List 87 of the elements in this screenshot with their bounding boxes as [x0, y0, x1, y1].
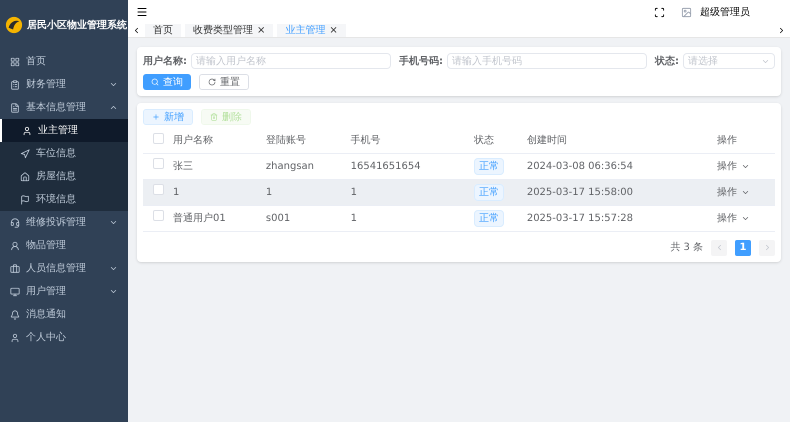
- table-cell: 1: [350, 186, 357, 198]
- table-cell: 张三: [173, 160, 193, 172]
- table-row[interactable]: 普通用户01 s001 1 正常 2025-03-17 15:57:28 操作: [143, 205, 775, 231]
- plus-icon: [152, 113, 160, 121]
- grid-icon: [10, 56, 20, 66]
- sidebar-item[interactable]: 人员信息管理: [0, 257, 128, 280]
- prev-page-button[interactable]: [711, 240, 727, 256]
- person-icon: [22, 126, 32, 136]
- field-label: 状态:: [655, 54, 679, 68]
- sidebar-subitem[interactable]: 房屋信息: [0, 165, 128, 188]
- checkbox[interactable]: [152, 158, 164, 169]
- sidebar-subitem[interactable]: 车位信息: [0, 142, 128, 165]
- column-header: 状态: [474, 135, 494, 146]
- checkbox[interactable]: [152, 210, 164, 221]
- table-cell: s001: [266, 212, 290, 224]
- table-cell: 1: [266, 186, 272, 198]
- user-name[interactable]: 超级管理员: [700, 4, 750, 20]
- chevron-down-icon: [109, 218, 118, 227]
- logo-icon: [5, 16, 23, 34]
- app-title: 居民小区物业管理系统: [27, 18, 127, 32]
- chevron-right-icon[interactable]: [777, 26, 786, 35]
- table-cell: 2025-03-17 15:57:28: [526, 212, 634, 224]
- chevron-left-icon[interactable]: [132, 26, 141, 35]
- person-icon: [10, 332, 20, 342]
- action-dropdown[interactable]: 操作: [716, 158, 750, 174]
- next-page-button[interactable]: [759, 240, 775, 256]
- chevron-down-icon: [109, 287, 118, 296]
- status-tag: 正常: [474, 184, 504, 200]
- status-tag: 正常: [474, 158, 504, 174]
- flag-icon: [20, 194, 30, 204]
- sidebar-subitem[interactable]: 业主管理: [0, 119, 128, 142]
- sidebar-item[interactable]: 首页: [0, 50, 128, 73]
- sidebar-item[interactable]: 基本信息管理: [0, 96, 128, 119]
- status-tag: 正常: [474, 210, 504, 226]
- sidebar-subitem[interactable]: 环境信息: [0, 188, 128, 211]
- table-cell: 2025-03-17 15:58:00: [526, 186, 634, 198]
- bell-icon: [10, 310, 20, 320]
- sidebar-item[interactable]: 维修投诉管理: [0, 211, 128, 234]
- column-header: 手机号: [350, 135, 381, 146]
- headset-icon: [10, 218, 20, 228]
- sidebar-item[interactable]: 用户管理: [0, 280, 128, 303]
- chevron-down-icon: [109, 80, 118, 89]
- house-icon: [20, 172, 30, 182]
- close-button[interactable]: ×: [257, 26, 266, 36]
- table-cell: 1: [173, 186, 180, 198]
- document-icon: [10, 102, 20, 112]
- refresh-icon: [208, 78, 216, 86]
- person-icon: [10, 240, 20, 250]
- action-dropdown[interactable]: 操作: [716, 184, 750, 200]
- chevron-up-icon: [109, 103, 118, 112]
- tab[interactable]: 收费类型管理 ×: [185, 24, 274, 37]
- monitor-icon: [10, 286, 20, 296]
- input-field[interactable]: 请输入用户名称: [191, 53, 391, 69]
- table-cell: zhangsan: [266, 160, 314, 172]
- input-field[interactable]: 请输入手机号码: [447, 53, 647, 69]
- column-header: 创建时间: [526, 135, 567, 146]
- image-icon: [681, 6, 692, 18]
- total-count: 共 3 条: [670, 240, 703, 255]
- fullscreen-icon[interactable]: [654, 6, 665, 18]
- reset-button[interactable]: 重置: [199, 74, 249, 90]
- sidebar-item[interactable]: 消息通知: [0, 303, 128, 326]
- sidebar-item[interactable]: 财务管理: [0, 73, 128, 96]
- table-row[interactable]: 张三 zhangsan 16541651654 正常 2024-03-08 06:36:54 操作: [143, 153, 775, 179]
- trash-icon: [210, 113, 218, 121]
- briefcase-icon: [10, 264, 20, 274]
- column-header: 登陆账号: [266, 135, 306, 146]
- checkbox[interactable]: [152, 184, 164, 195]
- table-cell: 2024-03-08 06:36:54: [526, 160, 634, 172]
- column-header: 操作: [716, 135, 737, 146]
- clipboard-icon: [10, 80, 20, 90]
- menu-icon[interactable]: [136, 6, 148, 18]
- search-icon: [151, 78, 159, 86]
- tab[interactable]: 业主管理 ×: [277, 24, 346, 37]
- action-dropdown[interactable]: 操作: [716, 210, 750, 226]
- chevron-down-icon: [109, 264, 118, 273]
- table-cell: 16541651654: [350, 160, 421, 172]
- field-label: 手机号码:: [399, 54, 443, 68]
- close-button[interactable]: ×: [329, 26, 338, 36]
- checkbox[interactable]: [152, 132, 164, 144]
- table-cell: 普通用户01: [173, 212, 226, 224]
- field-label: 用户名称:: [143, 54, 187, 68]
- sidebar-item[interactable]: 个人中心: [0, 326, 128, 349]
- sidebar-item[interactable]: 物品管理: [0, 234, 128, 257]
- column-header: 用户名称: [173, 135, 213, 146]
- table-cell: 1: [350, 212, 357, 224]
- tab[interactable]: 首页: [145, 24, 181, 37]
- navigation-icon: [20, 148, 30, 158]
